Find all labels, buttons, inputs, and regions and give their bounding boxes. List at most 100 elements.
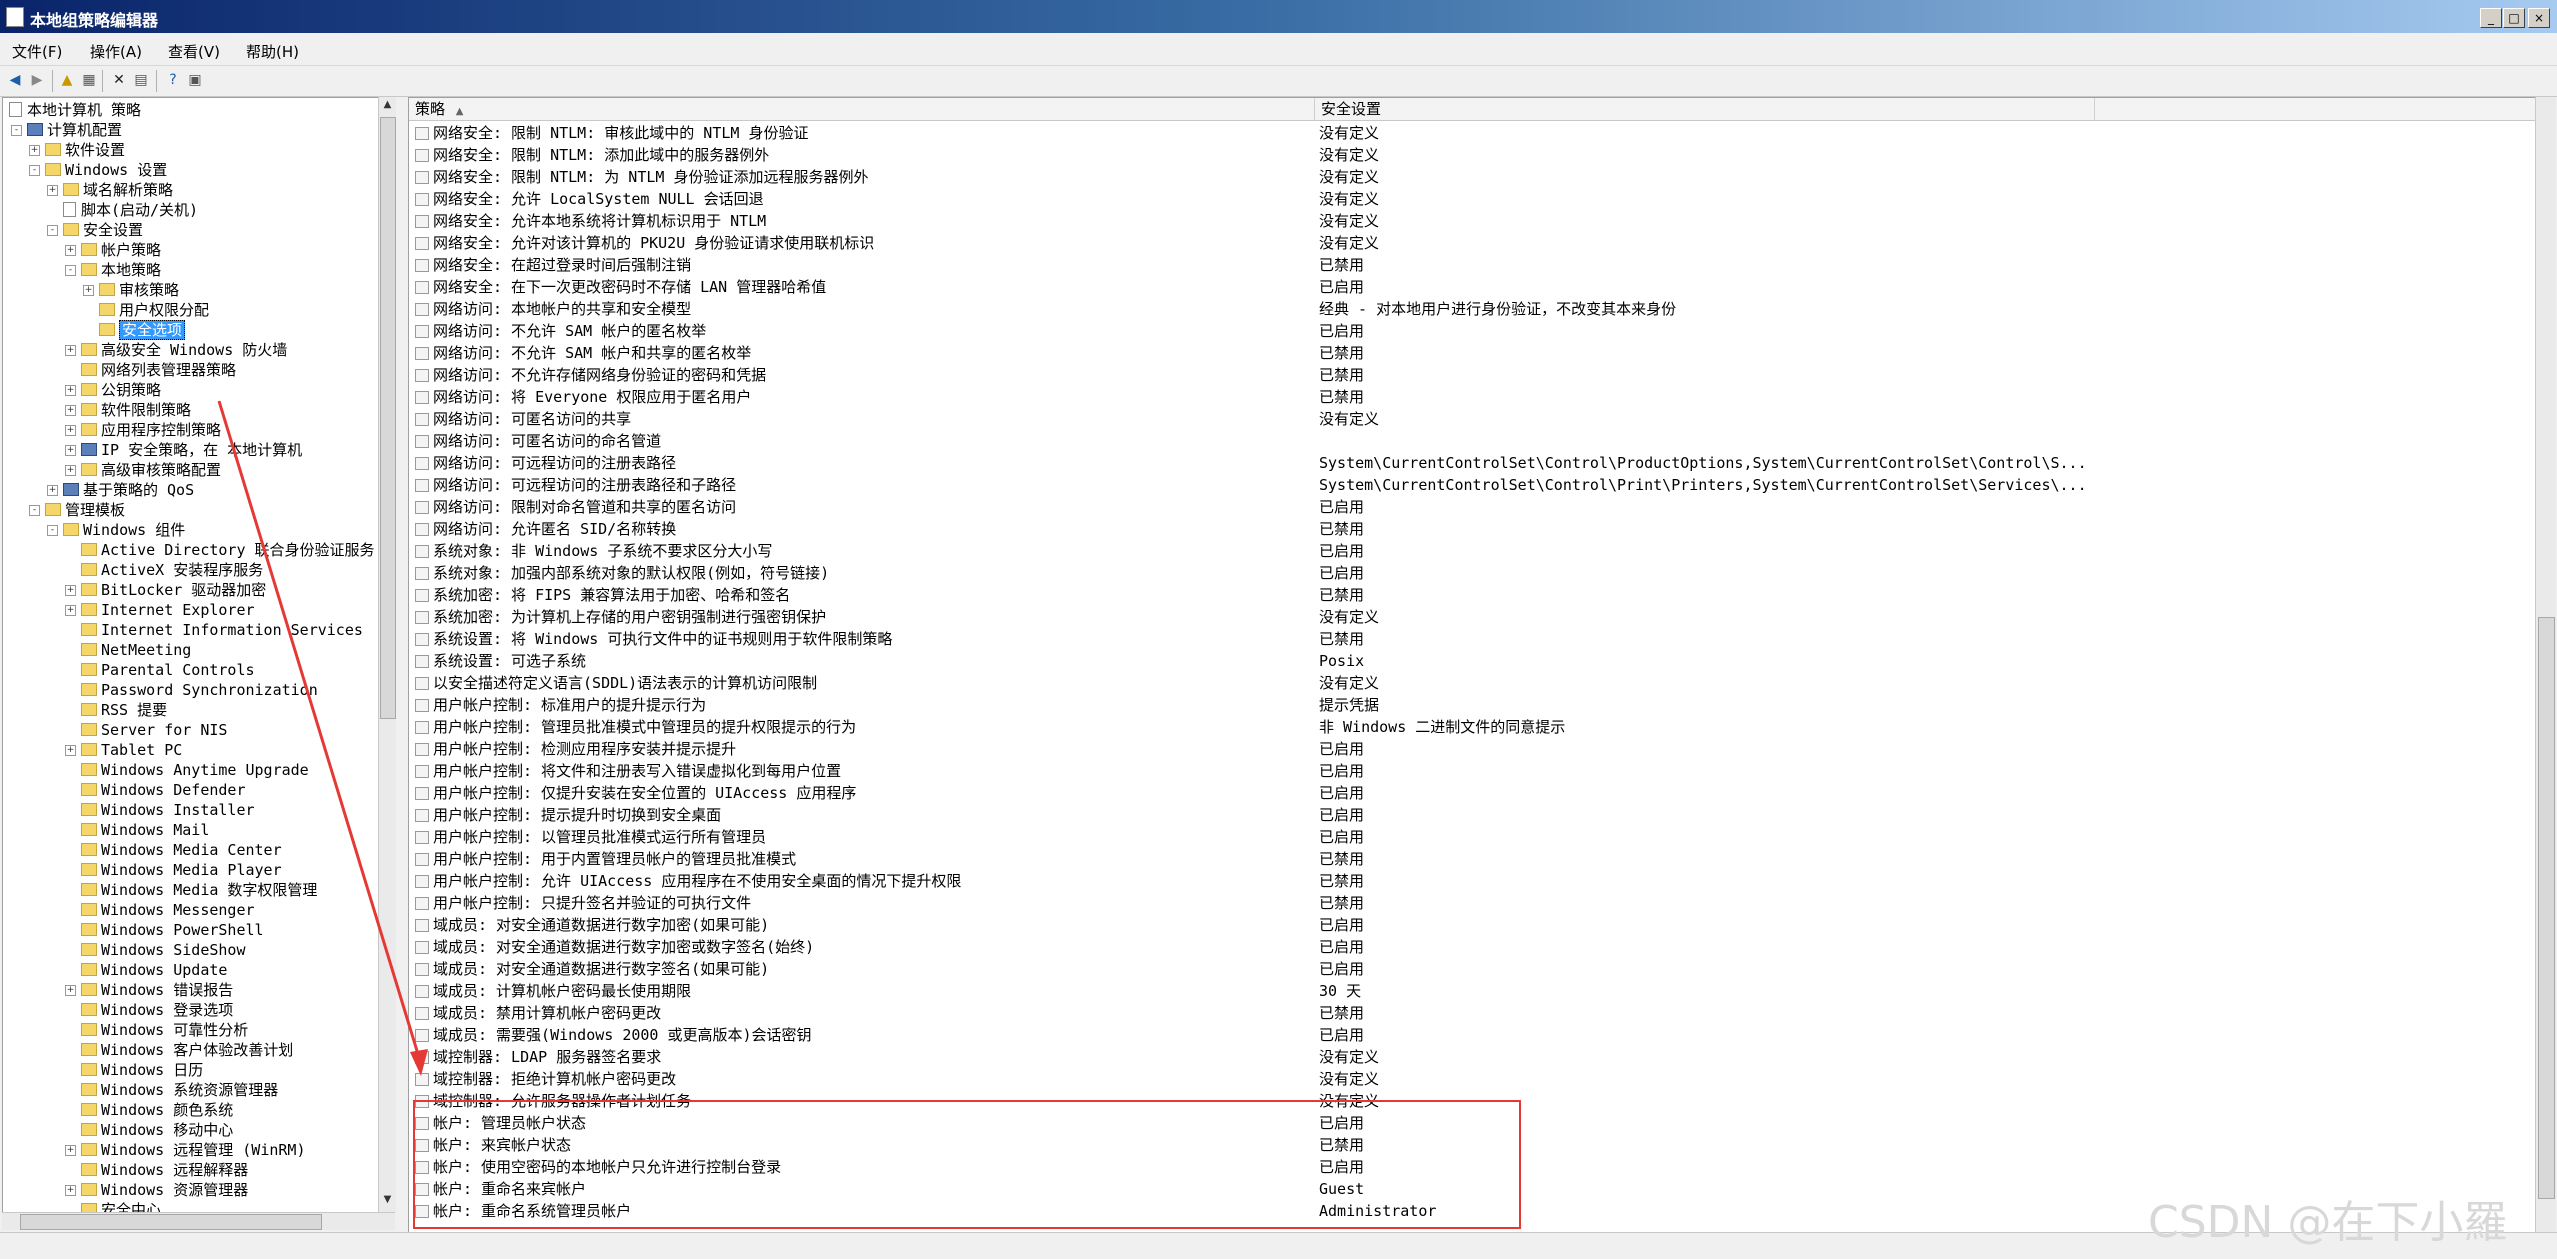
up-icon[interactable]: ▲ <box>58 72 76 89</box>
table-row[interactable]: 域控制器: LDAP 服务器签名要求 没有定义 <box>409 1046 2536 1068</box>
table-row[interactable]: 域成员: 对安全通道数据进行数字加密或数字签名(始终) 已启用 <box>409 936 2536 958</box>
tree-item[interactable]: + Windows 远程管理 (WinRM) <box>65 1140 306 1160</box>
tree-item[interactable]: + 域名解析策略 <box>47 180 173 200</box>
tree-item[interactable]: + 基于策略的 QoS <box>47 480 194 500</box>
expand-icon[interactable]: + <box>65 985 76 996</box>
table-row[interactable]: 域控制器: 拒绝计算机帐户密码更改 没有定义 <box>409 1068 2536 1090</box>
tree-item[interactable]: - Windows 组件 <box>47 520 185 540</box>
tree-item[interactable]: + IP 安全策略，在 本地计算机 <box>65 440 302 460</box>
minimize-button[interactable]: _ <box>2480 8 2502 28</box>
maximize-button[interactable]: □ <box>2503 8 2525 28</box>
table-row[interactable]: 网络访问: 可匿名访问的命名管道 <box>409 430 2536 452</box>
table-row[interactable]: 系统对象: 非 Windows 子系统不要求区分大小写 已启用 <box>409 540 2536 562</box>
help-icon[interactable]: ? <box>164 72 182 89</box>
tree-item[interactable]: Windows Mail <box>81 820 209 840</box>
collapse-icon[interactable]: - <box>65 265 76 276</box>
menu-action[interactable]: 操作(A) <box>90 41 142 62</box>
tree-item[interactable]: + 应用程序控制策略 <box>65 420 221 440</box>
table-row[interactable]: 网络访问: 不允许 SAM 帐户的匿名枚举 已启用 <box>409 320 2536 342</box>
forward-icon[interactable]: ▶ <box>28 72 46 89</box>
tree-item[interactable]: Windows Anytime Upgrade <box>81 760 309 780</box>
tree-item[interactable]: Windows 移动中心 <box>81 1120 233 1140</box>
tree-item[interactable]: + 帐户策略 <box>65 240 161 260</box>
show-hide-tree-icon[interactable]: ▦ <box>80 72 98 89</box>
table-row[interactable]: 网络安全: 允许 LocalSystem NULL 会话回退 没有定义 <box>409 188 2536 210</box>
tree-item[interactable]: 脚本(启动/关机) <box>63 200 198 220</box>
tree-item[interactable]: Windows 可靠性分析 <box>81 1020 248 1040</box>
expand-icon[interactable]: + <box>83 285 94 296</box>
tree-item[interactable]: + Windows 资源管理器 <box>65 1180 248 1200</box>
table-row[interactable]: 网络安全: 在超过登录时间后强制注销 已禁用 <box>409 254 2536 276</box>
table-row[interactable]: 网络访问: 不允许存储网络身份验证的密码和凭据 已禁用 <box>409 364 2536 386</box>
tree-item[interactable]: + Internet Explorer <box>65 600 255 620</box>
tree-item[interactable]: + 审核策略 <box>83 280 179 300</box>
table-row[interactable]: 域成员: 需要强(Windows 2000 或更高版本)会话密钥 已启用 <box>409 1024 2536 1046</box>
tree-item[interactable]: Windows 日历 <box>81 1060 203 1080</box>
collapse-icon[interactable]: - <box>29 505 40 516</box>
expand-icon[interactable]: + <box>65 1185 76 1196</box>
expand-icon[interactable]: + <box>65 465 76 476</box>
expand-icon[interactable]: + <box>47 485 58 496</box>
collapse-icon[interactable]: - <box>11 125 22 136</box>
menu-help[interactable]: 帮助(H) <box>246 41 299 62</box>
tree-item[interactable]: Windows Installer <box>81 800 255 820</box>
scroll-thumb[interactable] <box>2538 617 2555 1199</box>
tree-item[interactable]: - Windows 设置 <box>29 160 167 180</box>
table-row[interactable]: 网络安全: 限制 NTLM: 审核此域中的 NTLM 身份验证 没有定义 <box>409 122 2536 144</box>
tree-item[interactable]: - 安全设置 <box>47 220 143 240</box>
table-row[interactable]: 用户帐户控制: 只提升签名并验证的可执行文件 已禁用 <box>409 892 2536 914</box>
table-row[interactable]: 网络访问: 本地帐户的共享和安全模型 经典 - 对本地用户进行身份验证，不改变其本… <box>409 298 2536 320</box>
tree-item[interactable]: + 软件限制策略 <box>65 400 191 420</box>
tree-item[interactable]: NetMeeting <box>81 640 191 660</box>
expand-icon[interactable]: + <box>65 405 76 416</box>
expand-icon[interactable]: + <box>65 245 76 256</box>
table-row[interactable]: 用户帐户控制: 用于内置管理员帐户的管理员批准模式 已禁用 <box>409 848 2536 870</box>
scroll-up-arrow-icon[interactable]: ▲ <box>381 99 394 113</box>
tree-item[interactable]: + 软件设置 <box>29 140 125 160</box>
table-row[interactable]: 网络访问: 将 Everyone 权限应用于匿名用户 已禁用 <box>409 386 2536 408</box>
column-header-setting[interactable]: 安全设置 <box>1315 98 2095 120</box>
tree-horizontal-scrollbar[interactable] <box>2 1212 395 1230</box>
table-row[interactable]: 网络访问: 不允许 SAM 帐户和共享的匿名枚举 已禁用 <box>409 342 2536 364</box>
tree-item[interactable]: Windows 登录选项 <box>81 1000 233 1020</box>
tree-item[interactable]: 本地计算机 策略 <box>9 100 141 120</box>
tree-item[interactable]: + 公钥策略 <box>65 380 161 400</box>
table-row[interactable]: 网络安全: 在下一次更改密码时不存储 LAN 管理器哈希值 已启用 <box>409 276 2536 298</box>
tree-item[interactable]: Windows 颜色系统 <box>81 1100 233 1120</box>
table-row[interactable]: 以安全描述符定义语言(SDDL)语法表示的计算机访问限制 没有定义 <box>409 672 2536 694</box>
scroll-thumb[interactable] <box>380 117 396 719</box>
table-row[interactable]: 域成员: 计算机帐户密码最长使用期限 30 天 <box>409 980 2536 1002</box>
tree-item[interactable]: Windows Media Center <box>81 840 282 860</box>
expand-icon[interactable]: + <box>65 425 76 436</box>
expand-icon[interactable]: + <box>65 445 76 456</box>
table-row[interactable]: 网络安全: 允许对该计算机的 PKU2U 身份验证请求使用联机标识 没有定义 <box>409 232 2536 254</box>
expand-icon[interactable]: + <box>65 1145 76 1156</box>
expand-icon[interactable]: + <box>65 585 76 596</box>
tree-item[interactable]: Windows 远程解释器 <box>81 1160 248 1180</box>
table-row[interactable]: 用户帐户控制: 检测应用程序安装并提示提升 已启用 <box>409 738 2536 760</box>
close-button[interactable]: × <box>2528 8 2550 28</box>
table-row[interactable]: 系统设置: 将 Windows 可执行文件中的证书规则用于软件限制策略 已禁用 <box>409 628 2536 650</box>
back-icon[interactable]: ◀ <box>6 72 24 89</box>
table-row[interactable]: 用户帐户控制: 允许 UIAccess 应用程序在不使用安全桌面的情况下提升权限… <box>409 870 2536 892</box>
tree-item[interactable]: Windows 客户体验改善计划 <box>81 1040 293 1060</box>
tree-item[interactable]: Windows Defender <box>81 780 246 800</box>
tree-item[interactable]: 网络列表管理器策略 <box>81 360 236 380</box>
expand-icon[interactable]: + <box>65 385 76 396</box>
tree-vertical-scrollbar[interactable]: ▲ ▼ <box>378 97 396 1212</box>
tree-item[interactable]: 用户权限分配 <box>99 300 209 320</box>
table-row[interactable]: 网络访问: 可匿名访问的共享 没有定义 <box>409 408 2536 430</box>
tree-item[interactable]: Active Directory 联合身份验证服务 <box>81 540 375 560</box>
tree-item[interactable]: Windows SideShow <box>81 940 246 960</box>
table-row[interactable]: 网络安全: 限制 NTLM: 添加此域中的服务器例外 没有定义 <box>409 144 2536 166</box>
expand-icon[interactable]: + <box>65 605 76 616</box>
table-row[interactable]: 用户帐户控制: 管理员批准模式中管理员的提升权限提示的行为 非 Windows 二… <box>409 716 2536 738</box>
table-row[interactable]: 用户帐户控制: 以管理员批准模式运行所有管理员 已启用 <box>409 826 2536 848</box>
tree-item[interactable]: + BitLocker 驱动器加密 <box>65 580 266 600</box>
table-row[interactable]: 系统加密: 将 FIPS 兼容算法用于加密、哈希和签名 已禁用 <box>409 584 2536 606</box>
table-row[interactable]: 系统设置: 可选子系统 Posix <box>409 650 2536 672</box>
table-row[interactable]: 网络安全: 允许本地系统将计算机标识用于 NTLM 没有定义 <box>409 210 2536 232</box>
column-header-policy[interactable]: 策略 ▲ <box>409 98 1315 120</box>
delete-icon[interactable]: ✕ <box>110 72 128 89</box>
expand-icon[interactable]: + <box>47 185 58 196</box>
